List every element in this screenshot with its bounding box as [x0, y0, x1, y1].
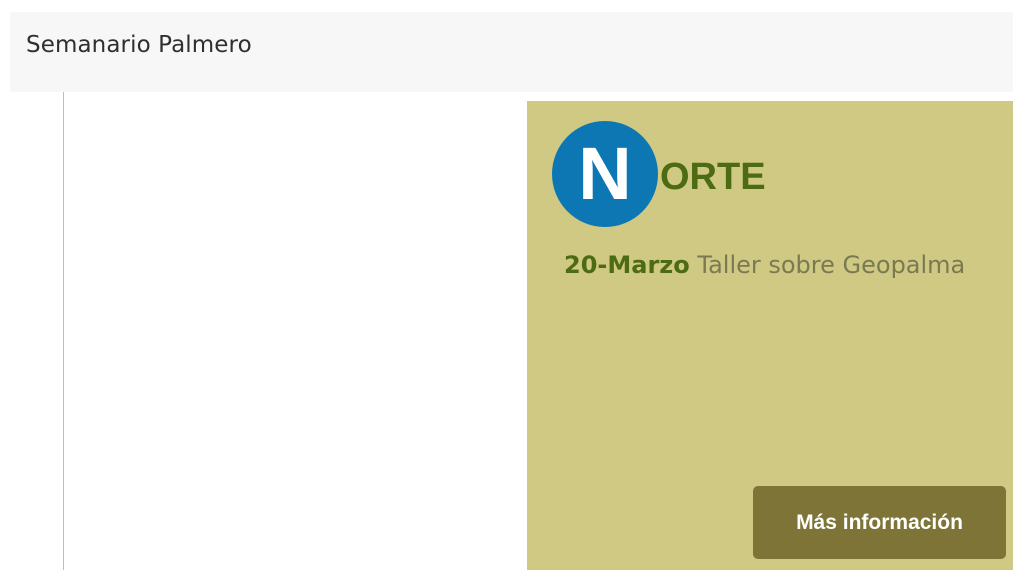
event-date: 20-Marzo [564, 251, 690, 279]
vertical-divider [63, 92, 64, 570]
norte-logo: N ORTE [552, 121, 812, 227]
more-info-button[interactable]: Más información [753, 486, 1006, 559]
event-text: 20-Marzo Taller sobre Geopalma [564, 249, 984, 281]
site-title[interactable]: Semanario Palmero [26, 32, 252, 58]
event-description: Taller sobre Geopalma [697, 251, 966, 279]
logo-letter: N [578, 132, 632, 215]
header-bar: Semanario Palmero [10, 12, 1013, 92]
event-card: N ORTE 20-Marzo Taller sobre Geopalma Má… [527, 101, 1013, 570]
logo-text: ORTE [660, 156, 766, 198]
